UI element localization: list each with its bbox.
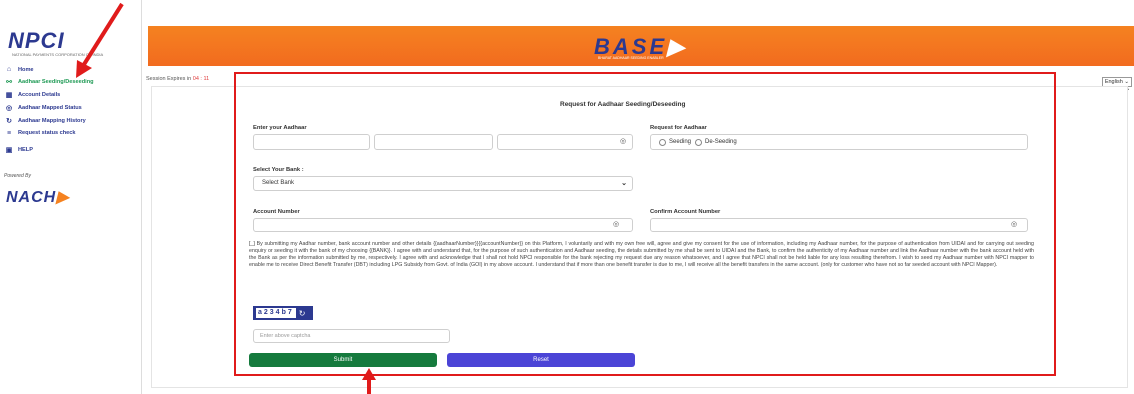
sidebar-item-label: Request status check xyxy=(18,130,76,137)
sidebar-item-label: Aadhaar Seeding/Deseeding xyxy=(18,79,94,86)
npci-logo[interactable]: NPCI NATIONAL PAYMENTS CORPORATION OF IN… xyxy=(8,30,130,62)
sidebar-item-mapped-status[interactable]: ◎ Aadhaar Mapped Status xyxy=(4,102,140,113)
language-value: English xyxy=(1104,79,1123,85)
sidebar-item-aadhaar-seeding[interactable]: ⚯ Aadhaar Seeding/Deseeding xyxy=(4,77,140,88)
session-time: 04 : 11 xyxy=(192,76,210,82)
chevron-down-icon: ⌄ xyxy=(1124,79,1129,85)
aadhaar-input-2[interactable] xyxy=(374,134,493,150)
eye-slash-icon[interactable]: ◎ xyxy=(1011,220,1017,228)
aadhaar-label: Enter your Aadhaar xyxy=(253,125,307,131)
nach-logo: NACH▶ xyxy=(6,187,70,207)
side-menu: ⌂ Home ⚯ Aadhaar Seeding/Deseeding ▦ Acc… xyxy=(4,64,140,158)
help-icon: ▣ xyxy=(5,147,13,155)
sidebar-item-mapping-history[interactable]: ↻ Aadhaar Mapping History xyxy=(4,115,140,126)
refresh-icon[interactable]: ↻ xyxy=(299,309,306,318)
sidebar-item-help[interactable]: ▣ HELP xyxy=(4,145,140,156)
account-number-input[interactable] xyxy=(253,218,633,232)
captcha-box: a234b7 ↻ xyxy=(253,306,313,320)
captcha-input[interactable]: Enter above captcha xyxy=(253,329,450,343)
sidebar-item-label: Home xyxy=(18,66,34,73)
reset-button[interactable]: Reset xyxy=(447,353,635,367)
sidebar: NPCI NATIONAL PAYMENTS CORPORATION OF IN… xyxy=(0,0,142,394)
seeding-option-label: Seeding xyxy=(669,139,692,145)
session-timer: Session Expires in 04 : 11 xyxy=(146,76,209,82)
consent-block: [_] By submitting my Aadhar number, bank… xyxy=(249,241,1034,269)
chevron-down-icon: ⌄ xyxy=(621,180,627,187)
bank-icon: ▦ xyxy=(5,92,13,100)
bank-label: Select Your Bank : xyxy=(253,167,304,173)
sidebar-divider xyxy=(141,0,142,394)
account-number-label: Account Number xyxy=(253,209,300,215)
eye-slash-icon[interactable]: ◎ xyxy=(613,220,619,228)
request-label: Request for Aadhaar xyxy=(650,125,707,131)
aadhaar-input-3[interactable] xyxy=(497,134,633,150)
history-icon: ↻ xyxy=(6,117,12,125)
confirm-account-input[interactable] xyxy=(650,218,1028,232)
deseeding-radio[interactable] xyxy=(695,138,703,146)
confirm-account-label: Confirm Account Number xyxy=(650,209,721,215)
consent-checkbox[interactable]: [_] xyxy=(249,241,255,247)
sidebar-item-label: Aadhaar Mapping History xyxy=(18,117,86,124)
npci-logo-text: NPCI xyxy=(8,28,65,53)
powered-by-label: Powered By xyxy=(4,173,31,179)
consent-text: By submitting my Aadhar number, bank acc… xyxy=(249,241,1034,268)
sidebar-item-label: HELP xyxy=(18,147,33,154)
seeding-icon: ⚯ xyxy=(6,79,12,87)
seeding-radio[interactable] xyxy=(659,138,666,146)
home-icon: ⌂ xyxy=(6,66,12,73)
sidebar-item-label: Aadhaar Mapped Status xyxy=(18,104,82,111)
sidebar-item-home[interactable]: ⌂ Home xyxy=(4,64,140,75)
deseeding-option-label: De-Seeding xyxy=(705,139,737,145)
aadhaar-input-1[interactable] xyxy=(253,134,370,150)
npci-logo-tagline: NATIONAL PAYMENTS CORPORATION OF INDIA xyxy=(12,52,104,57)
bank-select-value: Select Bank xyxy=(262,180,295,186)
bank-select[interactable]: Select Bank ⌄ xyxy=(253,176,633,191)
base-arrow-icon: ▶ xyxy=(667,34,688,59)
captcha-placeholder: Enter above captcha xyxy=(260,333,311,339)
session-label: Session Expires in xyxy=(146,76,192,82)
eye-slash-icon[interactable]: ◎ xyxy=(620,137,626,145)
header-banner: BASE▶ BHARAT AADHAAR SEEDING ENABLER xyxy=(148,26,1134,66)
status-icon: ◎ xyxy=(5,104,13,112)
nach-logo-text: NACH xyxy=(6,189,57,206)
captcha-image: a234b7 xyxy=(256,308,296,318)
submit-button[interactable]: Submit xyxy=(249,353,437,367)
sidebar-item-request-status[interactable]: ≡ Request status check xyxy=(4,128,140,139)
sidebar-item-label: Account Details xyxy=(18,92,61,99)
list-icon: ≡ xyxy=(6,129,12,137)
page-title: Request for Aadhaar Seeding/Deseeding xyxy=(560,101,686,108)
request-type-radio-group: Seeding De-Seeding xyxy=(650,134,1028,150)
sidebar-item-account-details[interactable]: ▦ Account Details xyxy=(4,90,140,101)
base-tagline: BHARAT AADHAAR SEEDING ENABLER xyxy=(598,56,664,60)
nach-arrow-icon: ▶ xyxy=(56,189,70,206)
